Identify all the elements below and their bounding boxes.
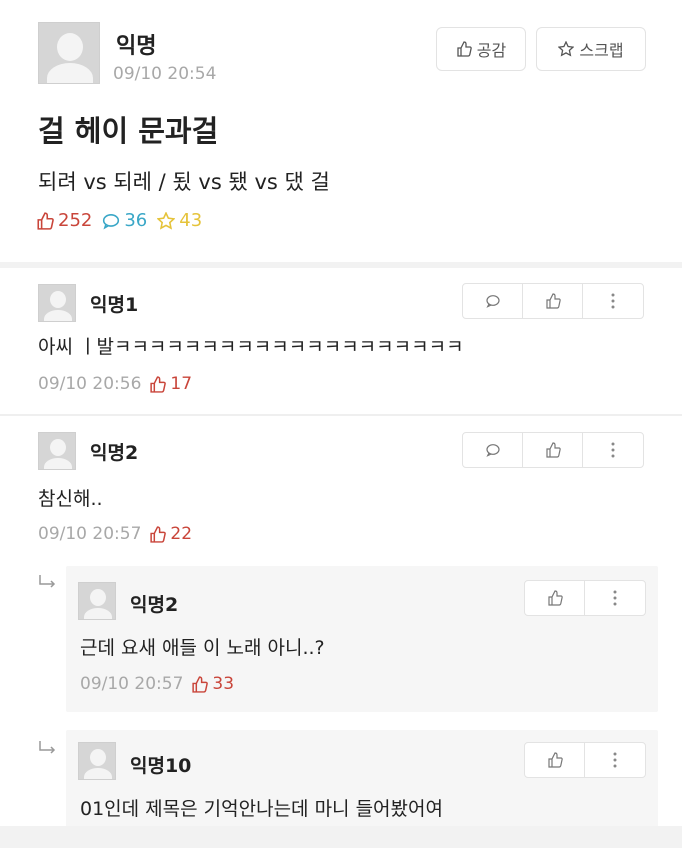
comment-meta: 09/10 20:57 22 xyxy=(38,524,192,544)
reply-meta: 09/10 20:57 33 xyxy=(80,674,234,694)
comment-bubble-icon xyxy=(485,295,500,308)
thumbs-up-icon xyxy=(545,442,561,458)
thumbs-up-icon xyxy=(547,752,563,768)
reply-like-button[interactable] xyxy=(525,743,585,777)
reply-avatar xyxy=(78,742,116,780)
more-vertical-icon xyxy=(613,590,617,606)
post-title: 걸 헤이 문과걸 xyxy=(38,114,219,148)
comment-avatar xyxy=(38,284,76,322)
more-options-button[interactable] xyxy=(585,743,645,777)
comment-like-count: 22 xyxy=(149,524,192,544)
comment-actions xyxy=(462,283,644,319)
comment-meta: 09/10 20:56 17 xyxy=(38,374,192,394)
reply-like-count: 33 xyxy=(191,674,234,694)
comment-avatar xyxy=(38,432,76,470)
thumbs-up-icon xyxy=(150,525,167,543)
reply-author: 익명2 xyxy=(130,594,179,616)
post-body: 되려 vs 되레 / 됬 vs 됐 vs 댔 걸 xyxy=(38,170,330,194)
more-vertical-icon xyxy=(611,442,615,458)
comment-text: 아씨 ㅣ발ㅋㅋㅋㅋㅋㅋㅋㅋㅋㅋㅋㅋㅋㅋㅋㅋㅋㅋㅋㅋ xyxy=(38,336,464,358)
reply-author: 익명10 xyxy=(130,755,192,777)
comment-text: 참신해.. xyxy=(38,488,103,510)
comment-time: 09/10 20:56 xyxy=(38,374,142,394)
reply-like-button[interactable] xyxy=(525,581,585,615)
bottom-fade xyxy=(0,826,682,848)
post-scrap-button[interactable]: 스크랩 xyxy=(536,27,646,71)
more-options-button[interactable] xyxy=(583,433,643,467)
reply-actions xyxy=(524,742,646,778)
comment-like-count: 17 xyxy=(149,374,192,394)
reply-text: 근데 요새 애들 이 노래 아니..? xyxy=(80,637,325,659)
comment-like-button[interactable] xyxy=(523,284,583,318)
post-like-count: 252 xyxy=(36,210,92,231)
reply-actions xyxy=(524,580,646,616)
star-icon xyxy=(558,41,575,57)
reply-arrow-icon xyxy=(39,575,56,588)
comment-time: 09/10 20:57 xyxy=(38,524,142,544)
comment-bubble-icon xyxy=(485,444,500,457)
post-divider xyxy=(0,262,682,268)
thumbs-up-icon xyxy=(545,293,561,309)
reply-text: 01인데 제목은 기억안나는데 마니 들어봤어여 xyxy=(80,798,443,820)
reply-time: 09/10 20:57 xyxy=(80,674,184,694)
star-icon xyxy=(157,211,176,230)
post-comment-count: 36 xyxy=(102,210,147,231)
thumbs-up-icon xyxy=(547,590,563,606)
more-options-button[interactable] xyxy=(583,284,643,318)
comment-bubble-icon xyxy=(103,213,120,229)
comment-like-button[interactable] xyxy=(523,433,583,467)
comment-author: 익명1 xyxy=(90,294,139,316)
comment-author: 익명2 xyxy=(90,442,139,464)
more-vertical-icon xyxy=(611,293,615,309)
post-time: 09/10 20:54 xyxy=(113,64,217,84)
post-like-button[interactable]: 공감 xyxy=(436,27,526,71)
post-like-label: 공감 xyxy=(476,41,507,60)
more-options-button[interactable] xyxy=(585,581,645,615)
post-scrap-label: 스크랩 xyxy=(579,41,624,60)
reply-button[interactable] xyxy=(463,433,523,467)
thumbs-up-icon xyxy=(192,675,209,693)
thumbs-up-icon xyxy=(457,41,472,57)
reply-arrow-icon xyxy=(39,741,56,754)
comment-divider xyxy=(0,414,682,416)
post-scrap-count: 43 xyxy=(157,210,202,231)
more-vertical-icon xyxy=(613,752,617,768)
thumbs-up-icon xyxy=(150,375,167,393)
comment-actions xyxy=(462,432,644,468)
post-stats: 252 36 43 xyxy=(36,210,202,231)
reply-button[interactable] xyxy=(463,284,523,318)
thumbs-up-icon xyxy=(37,211,54,230)
post-author-name: 익명 xyxy=(116,34,157,59)
reply-avatar xyxy=(78,582,116,620)
post-author-avatar xyxy=(38,22,100,84)
